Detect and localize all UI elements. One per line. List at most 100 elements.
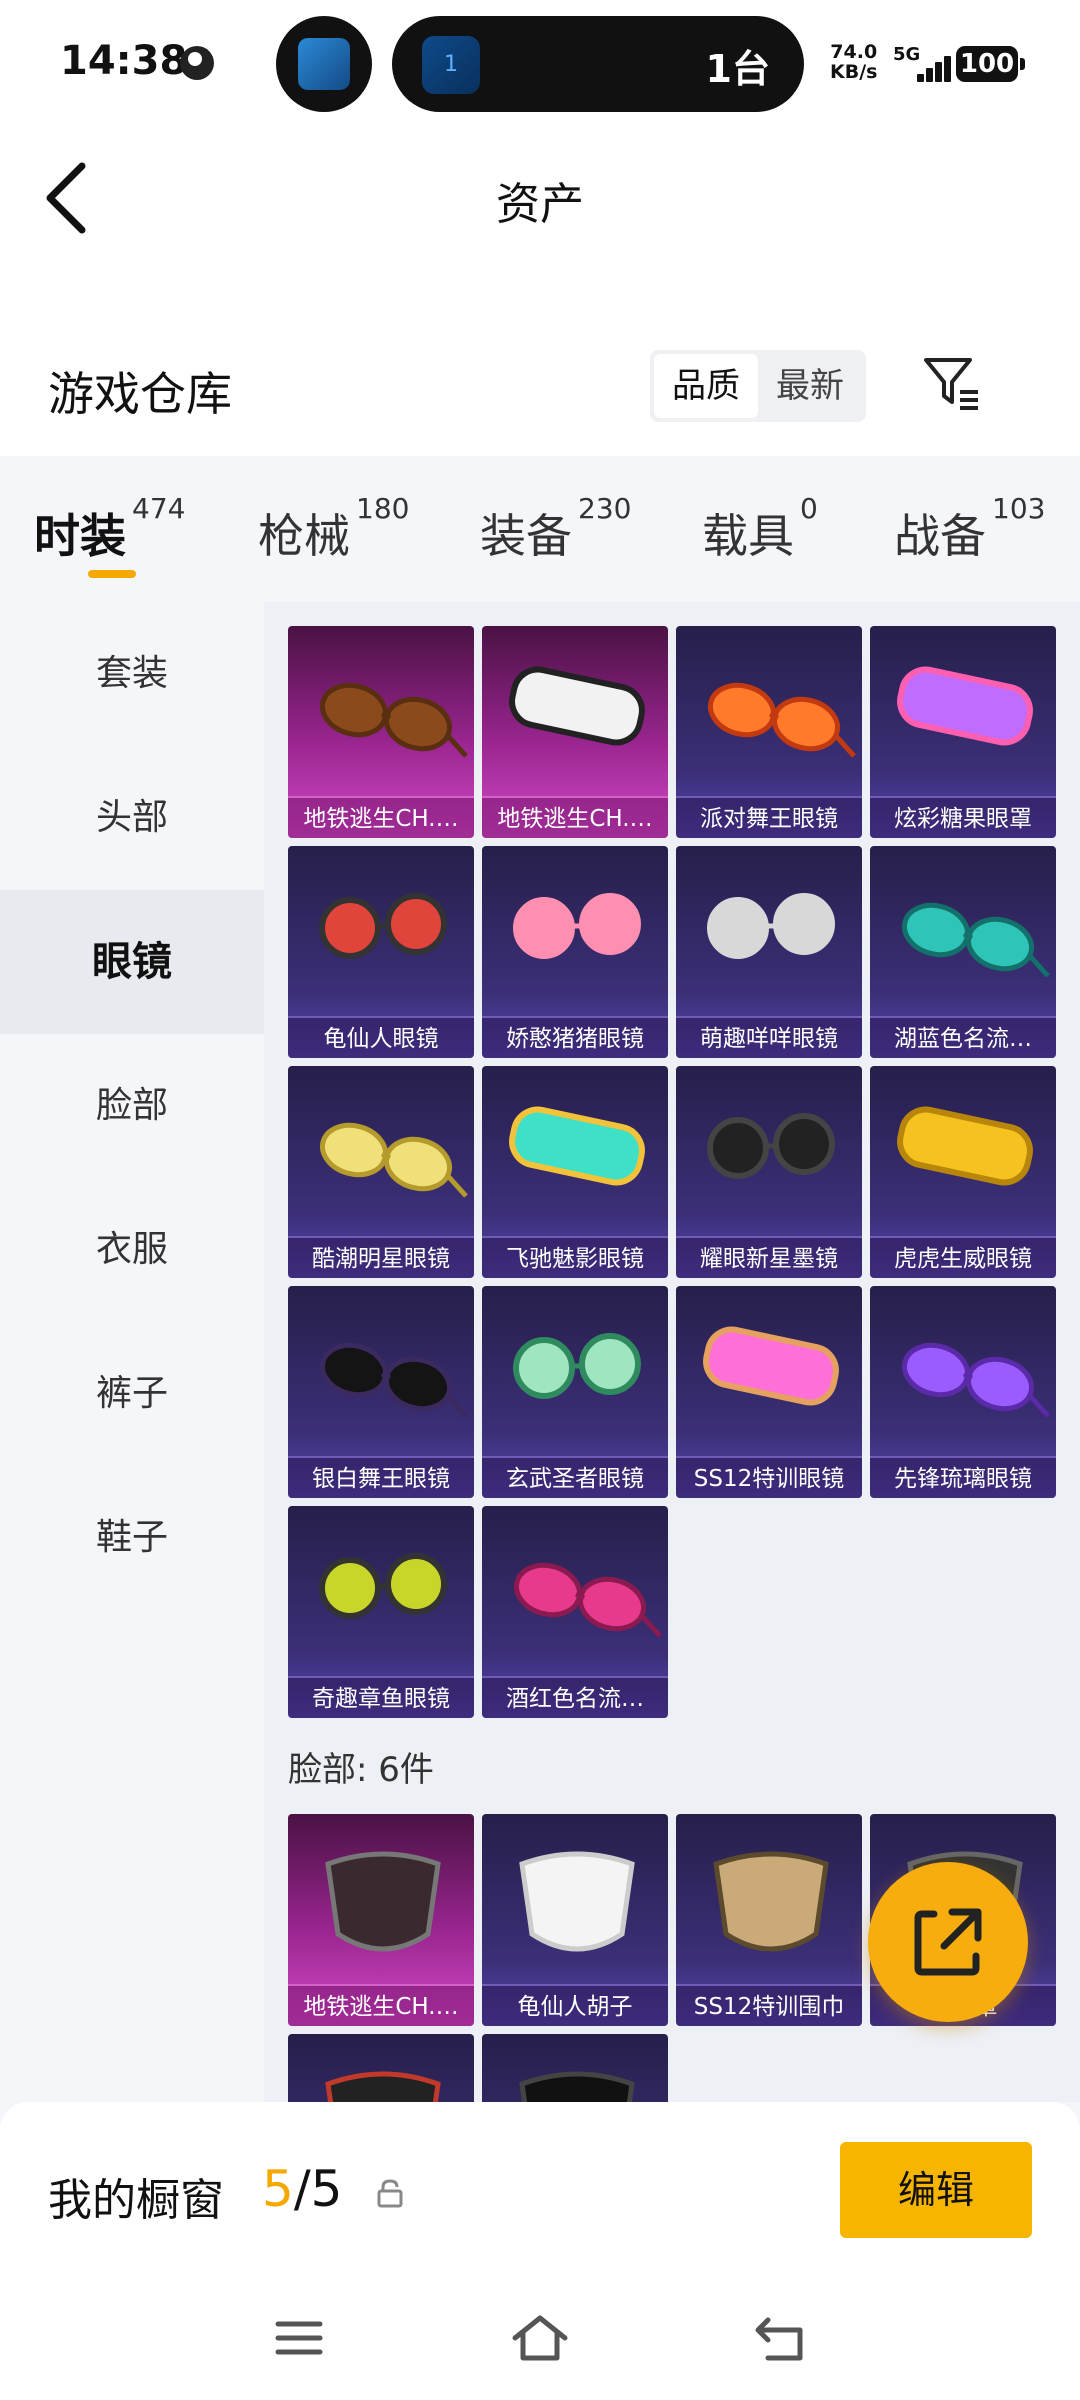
share-button[interactable]	[868, 1862, 1028, 2022]
island-text: 1台	[705, 47, 770, 91]
candy-mask-icon	[897, 666, 1033, 746]
sort-toggle: 品质 最新	[650, 350, 866, 422]
app-header: 资产	[0, 128, 1080, 328]
network-speed: 74.0 KB/s	[830, 41, 878, 83]
showcase-count: 5/5	[262, 2160, 343, 2218]
mask-studded-icon	[325, 1851, 441, 1952]
item-card[interactable]: 派对舞王眼镜	[676, 626, 862, 838]
item-name: 酒红色名流…	[482, 1676, 668, 1718]
item-name: SS12特训眼镜	[676, 1456, 862, 1498]
home-nav-button[interactable]	[505, 2308, 575, 2368]
item-card[interactable]: 湖蓝色名流…	[870, 846, 1056, 1058]
external-link-icon	[914, 1908, 982, 1976]
item-card[interactable]: SS12特训眼镜	[676, 1286, 862, 1498]
globe-icon	[180, 46, 214, 80]
item-card[interactable]: 地铁逃生CH.…	[482, 626, 668, 838]
signal-icon	[905, 56, 951, 82]
goggles-white-icon	[509, 666, 645, 746]
item-card[interactable]: 娇憨猪猪眼镜	[482, 846, 668, 1058]
item-card[interactable]: 地铁逃生CH.…	[288, 1814, 474, 2026]
item-card[interactable]: 先锋琉璃眼镜	[870, 1286, 1056, 1498]
item-card[interactable]: 飞驰魅影眼镜	[482, 1066, 668, 1278]
item-name: 湖蓝色名流…	[870, 1016, 1056, 1058]
item-name: 先锋琉璃眼镜	[870, 1456, 1056, 1498]
round-lime-icon	[319, 1553, 447, 1619]
menu-icon	[275, 2321, 323, 2355]
back-nav-button[interactable]	[746, 2308, 816, 2368]
menu-nav-button[interactable]	[264, 2308, 334, 2368]
tab-equipment[interactable]: 装备230	[480, 492, 631, 566]
sidebar-item-head[interactable]: 头部	[0, 746, 264, 890]
item-card[interactable]: 耀眼新星墨镜	[676, 1066, 862, 1278]
item-card[interactable]: 奇趣章鱼眼镜	[288, 1506, 474, 1718]
item-card[interactable]	[482, 2034, 668, 2102]
item-name: 虎虎生威眼镜	[870, 1236, 1056, 1278]
active-tab-indicator	[88, 570, 136, 578]
return-icon	[755, 2317, 803, 2361]
sidebar-item-glasses[interactable]: 眼镜	[0, 890, 264, 1034]
item-card[interactable]: 虎虎生威眼镜	[870, 1066, 1056, 1278]
item-card[interactable]: 龟仙人眼镜	[288, 846, 474, 1058]
item-name: 酷潮明星眼镜	[288, 1236, 474, 1278]
mask-dark-icon	[519, 2071, 635, 2102]
subcategory-sidebar: 套装 头部 眼镜 脸部 衣服 裤子 鞋子	[0, 602, 264, 2102]
page-title: 资产	[496, 179, 584, 230]
item-card[interactable]: 龟仙人胡子	[482, 1814, 668, 2026]
sort-newest-button[interactable]: 最新	[758, 354, 862, 418]
item-name: 地铁逃生CH.…	[288, 1984, 474, 2026]
warehouse-header: 游戏仓库 品质 最新	[0, 328, 1080, 456]
showcase-title: 我的橱窗	[48, 2175, 224, 2226]
aviator-yellow-icon	[319, 1122, 468, 1198]
face-group-label: 脸部: 6件	[288, 1750, 434, 1790]
app-notification-icon[interactable]	[276, 16, 372, 112]
sidebar-item-face[interactable]: 脸部	[0, 1034, 264, 1178]
round-red-icon	[319, 893, 447, 959]
status-bar: 14:38 1 1台 74.0 KB/s 5G 100	[0, 0, 1080, 128]
sort-quality-button[interactable]: 品质	[654, 354, 758, 418]
item-card[interactable]: 酷潮明星眼镜	[288, 1066, 474, 1278]
sidebar-item-pants[interactable]: 裤子	[0, 1322, 264, 1466]
sidebar-item-clothes[interactable]: 衣服	[0, 1178, 264, 1322]
tab-fashion[interactable]: 时装474	[34, 492, 185, 566]
sunglasses-brown-icon	[319, 682, 468, 758]
item-card[interactable]: SS12特训围巾	[676, 1814, 862, 2026]
pink-frames-icon	[513, 893, 641, 959]
tab-guns[interactable]: 枪械180	[258, 492, 409, 566]
item-card[interactable]: 酒红色名流…	[482, 1506, 668, 1718]
showcase-bar: 我的橱窗 5/5 编辑	[0, 2102, 1080, 2282]
scarf-khaki-icon	[713, 1851, 829, 1952]
status-time: 14:38	[60, 38, 188, 84]
item-card[interactable]	[288, 2034, 474, 2102]
item-name: SS12特训围巾	[676, 1984, 862, 2026]
system-nav-bar	[0, 2282, 1080, 2400]
shades-black-icon	[319, 1342, 468, 1418]
silver-frames-icon	[707, 893, 835, 959]
aviator-violet-icon	[901, 1342, 1050, 1418]
item-card[interactable]: 炫彩糖果眼罩	[870, 626, 1056, 838]
aviator-magenta-icon	[513, 1562, 662, 1638]
item-name: 萌趣咩咩眼镜	[676, 1016, 862, 1058]
item-card[interactable]: 玄武圣者眼镜	[482, 1286, 668, 1498]
item-name: 飞驰魅影眼镜	[482, 1236, 668, 1278]
tab-vehicles[interactable]: 载具0	[702, 492, 818, 566]
item-card[interactable]: 萌趣咩咩眼镜	[676, 846, 862, 1058]
item-name: 奇趣章鱼眼镜	[288, 1676, 474, 1718]
battery-icon: 100	[956, 46, 1025, 82]
edit-button[interactable]: 编辑	[840, 2142, 1032, 2238]
item-name: 娇憨猪猪眼镜	[482, 1016, 668, 1058]
item-card[interactable]: 地铁逃生CH.…	[288, 626, 474, 838]
sidebar-item-suits[interactable]: 套装	[0, 602, 264, 746]
item-card[interactable]: 银白舞王眼镜	[288, 1286, 474, 1498]
aviator-teal-icon	[901, 902, 1050, 978]
filter-button[interactable]	[920, 352, 984, 416]
broadcast-icon: 1	[422, 36, 480, 94]
visor-teal-icon	[509, 1106, 645, 1186]
sidebar-item-shoes[interactable]: 鞋子	[0, 1466, 264, 1610]
item-name: 龟仙人胡子	[482, 1984, 668, 2026]
goggles-yellow-icon	[897, 1106, 1033, 1186]
item-name: 派对舞王眼镜	[676, 796, 862, 838]
item-name: 炫彩糖果眼罩	[870, 796, 1056, 838]
aviator-orange-icon	[707, 682, 856, 758]
dynamic-island[interactable]: 1 1台	[392, 16, 804, 112]
tab-supplies[interactable]: 战备103	[894, 492, 1045, 566]
